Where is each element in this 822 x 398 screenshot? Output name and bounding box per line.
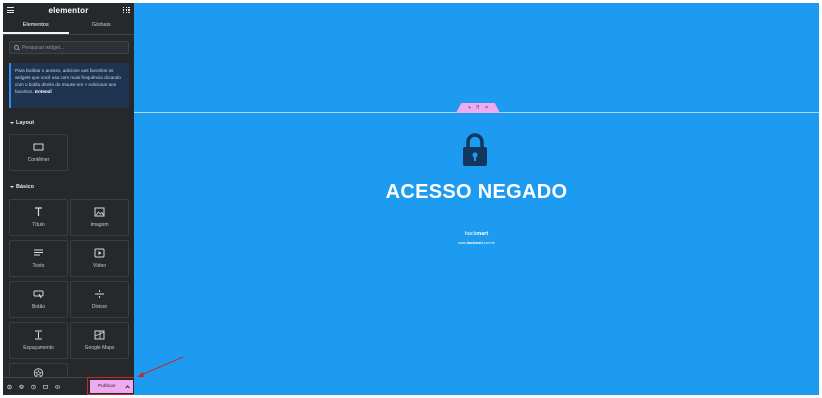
brand-url-prefix: www.: [458, 241, 467, 245]
widget-label: Contêiner: [27, 157, 50, 163]
category-layout-title: Layout: [16, 120, 35, 126]
widget-text-editor[interactable]: Texto: [9, 240, 68, 277]
responsive-icon[interactable]: [43, 384, 48, 389]
widget-heading[interactable]: Título: [9, 199, 68, 236]
category-layout[interactable]: Layout: [10, 120, 34, 126]
preview-icon[interactable]: [55, 384, 60, 389]
favorites-notice: Para facilitar o acesso, adicione aos fa…: [9, 63, 129, 108]
caret-down-icon: [10, 122, 14, 124]
widget-spacer[interactable]: Espaçamento: [9, 322, 68, 359]
publish-label: Publicar: [98, 384, 116, 389]
settings-icon[interactable]: [7, 384, 12, 389]
widget-video[interactable]: Vídeo: [70, 240, 129, 277]
widget-label: Texto: [32, 263, 45, 269]
widget-label: Google Maps: [84, 345, 115, 351]
drag-handle-icon[interactable]: ⠿: [476, 103, 480, 113]
widget-label: Espaçamento: [23, 345, 54, 351]
widget-divider[interactable]: Divisor: [70, 281, 129, 318]
text-editor-icon: [33, 248, 45, 258]
button-icon: [33, 289, 45, 299]
spacer-icon: [33, 330, 45, 340]
category-basic[interactable]: Básico: [10, 184, 34, 190]
history-icon[interactable]: [31, 384, 36, 389]
publish-highlight: Publicar: [87, 377, 135, 395]
elementor-logo: elementor: [48, 5, 89, 15]
page-headline: ACESSO NEGADO: [385, 181, 568, 203]
section-handle: + ⠿ ×: [456, 103, 500, 113]
elementor-sidebar: elementor Elementos Globais Para facilit…: [3, 3, 135, 395]
widget-label: Vídeo: [92, 263, 107, 269]
brand-logo: hackmart: [134, 231, 819, 237]
widget-search: [9, 41, 129, 54]
brand-bold: mart: [476, 231, 489, 237]
map-icon: [94, 330, 106, 340]
tab-globais[interactable]: Globais: [69, 17, 135, 34]
container-icon: [33, 142, 45, 152]
widget-label: Botão: [31, 304, 46, 310]
widget-google-maps[interactable]: Google Maps: [70, 322, 129, 359]
widget-label: Título: [32, 222, 45, 228]
delete-section-icon[interactable]: ×: [485, 103, 488, 113]
widget-image[interactable]: Imagem: [70, 199, 129, 236]
publish-button[interactable]: Publicar: [90, 380, 133, 393]
notice-text: Para facilitar o acesso, adicione aos fa…: [15, 68, 121, 94]
widget-container[interactable]: Contêiner: [9, 134, 68, 171]
widget-button[interactable]: Botão: [9, 281, 68, 318]
menu-icon[interactable]: [7, 7, 14, 13]
widget-label: Imagem: [90, 222, 109, 228]
add-section-icon[interactable]: +: [468, 103, 471, 113]
widgets-grid-icon[interactable]: [122, 6, 130, 14]
notice-dismiss-link[interactable]: Entendi: [35, 89, 52, 94]
brand-prefix: hack: [464, 231, 477, 237]
search-icon: [14, 45, 19, 50]
lock-icon: [463, 133, 487, 166]
layers-icon[interactable]: [19, 384, 24, 389]
editor-frame: elementor Elementos Globais Para facilit…: [3, 3, 819, 395]
image-icon: [94, 207, 106, 217]
search-input[interactable]: [22, 44, 122, 51]
tab-elementos[interactable]: Elementos: [3, 17, 69, 34]
brand-url: www.hackmart.com.br: [134, 241, 819, 245]
video-icon: [94, 248, 106, 258]
caret-down-icon: [10, 186, 14, 188]
widget-label: Divisor: [91, 304, 108, 310]
brand-url-suffix: .com.br: [482, 241, 495, 245]
category-basic-title: Básico: [16, 184, 35, 190]
chevron-up-icon[interactable]: [125, 385, 130, 390]
heading-icon: [33, 207, 45, 217]
sidebar-topbar: elementor: [3, 3, 134, 17]
panel-tabs: Elementos Globais: [3, 17, 134, 35]
divider-icon: [94, 289, 106, 299]
brand-url-bold: hackmart: [466, 241, 483, 245]
